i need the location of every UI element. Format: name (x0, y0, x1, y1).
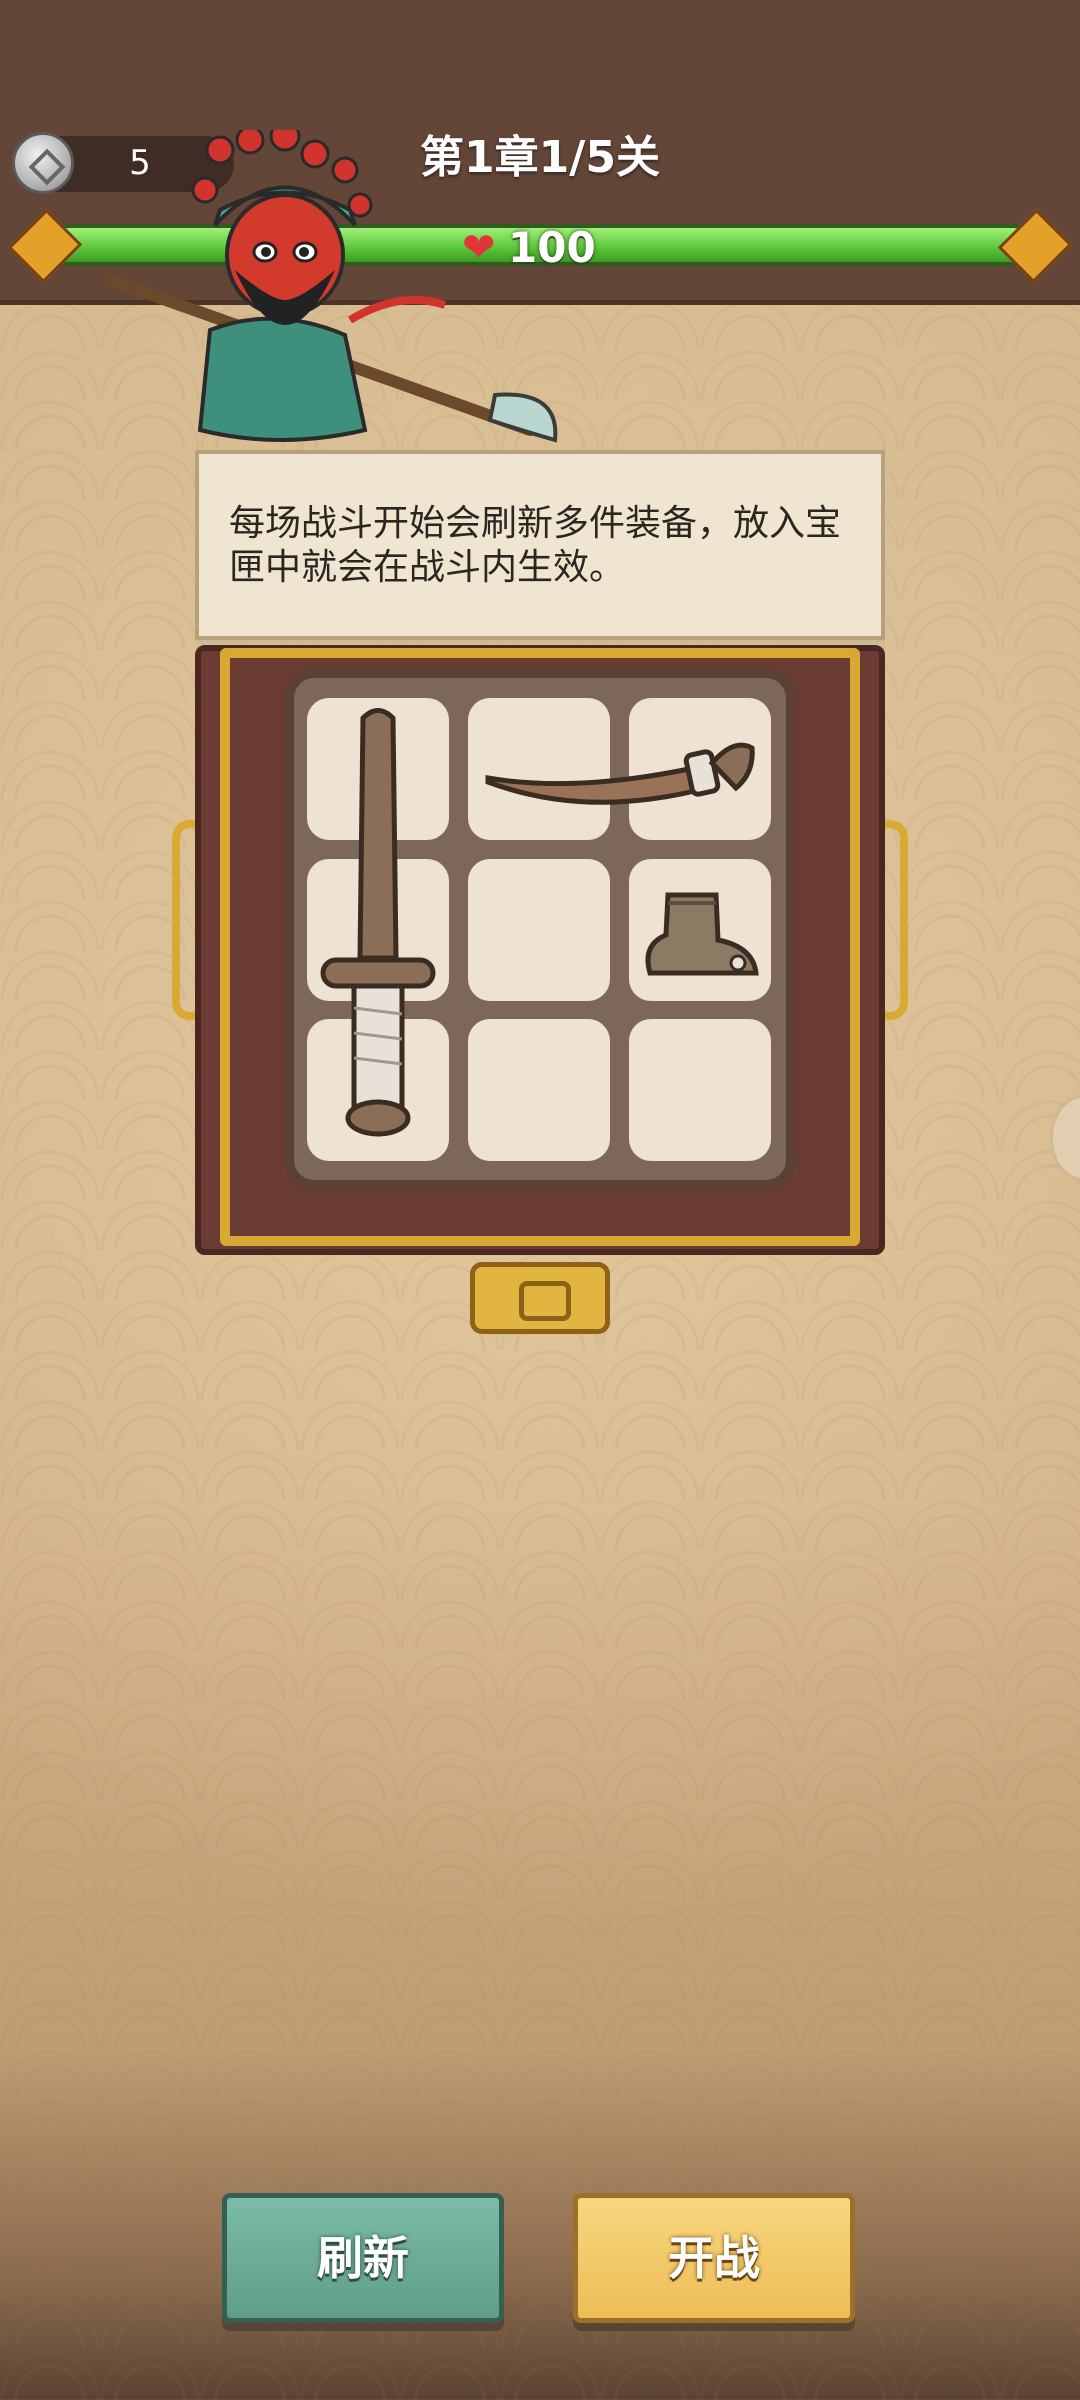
wooden-saber-icon[interactable] (484, 718, 764, 818)
cloth-boot-icon[interactable] (638, 885, 763, 985)
start-battle-button[interactable]: 开战 (573, 2193, 855, 2323)
coin-icon (12, 132, 74, 194)
wooden-sword-icon[interactable] (318, 708, 438, 1148)
tutorial-tooltip: 每场战斗开始会刷新多件装备，放入宝匣中就会在战斗内生效。 (195, 450, 885, 640)
chest-slot-8[interactable] (468, 1019, 610, 1161)
hero-character (104, 130, 558, 443)
tooltip-text: 每场战斗开始会刷新多件装备，放入宝匣中就会在战斗内生效。 (229, 503, 842, 588)
chest-slot-9[interactable] (629, 1019, 771, 1161)
refresh-button[interactable]: 刷新 (222, 2193, 504, 2323)
chest-slot-5[interactable] (468, 859, 610, 1001)
chest-lock (470, 1262, 610, 1334)
